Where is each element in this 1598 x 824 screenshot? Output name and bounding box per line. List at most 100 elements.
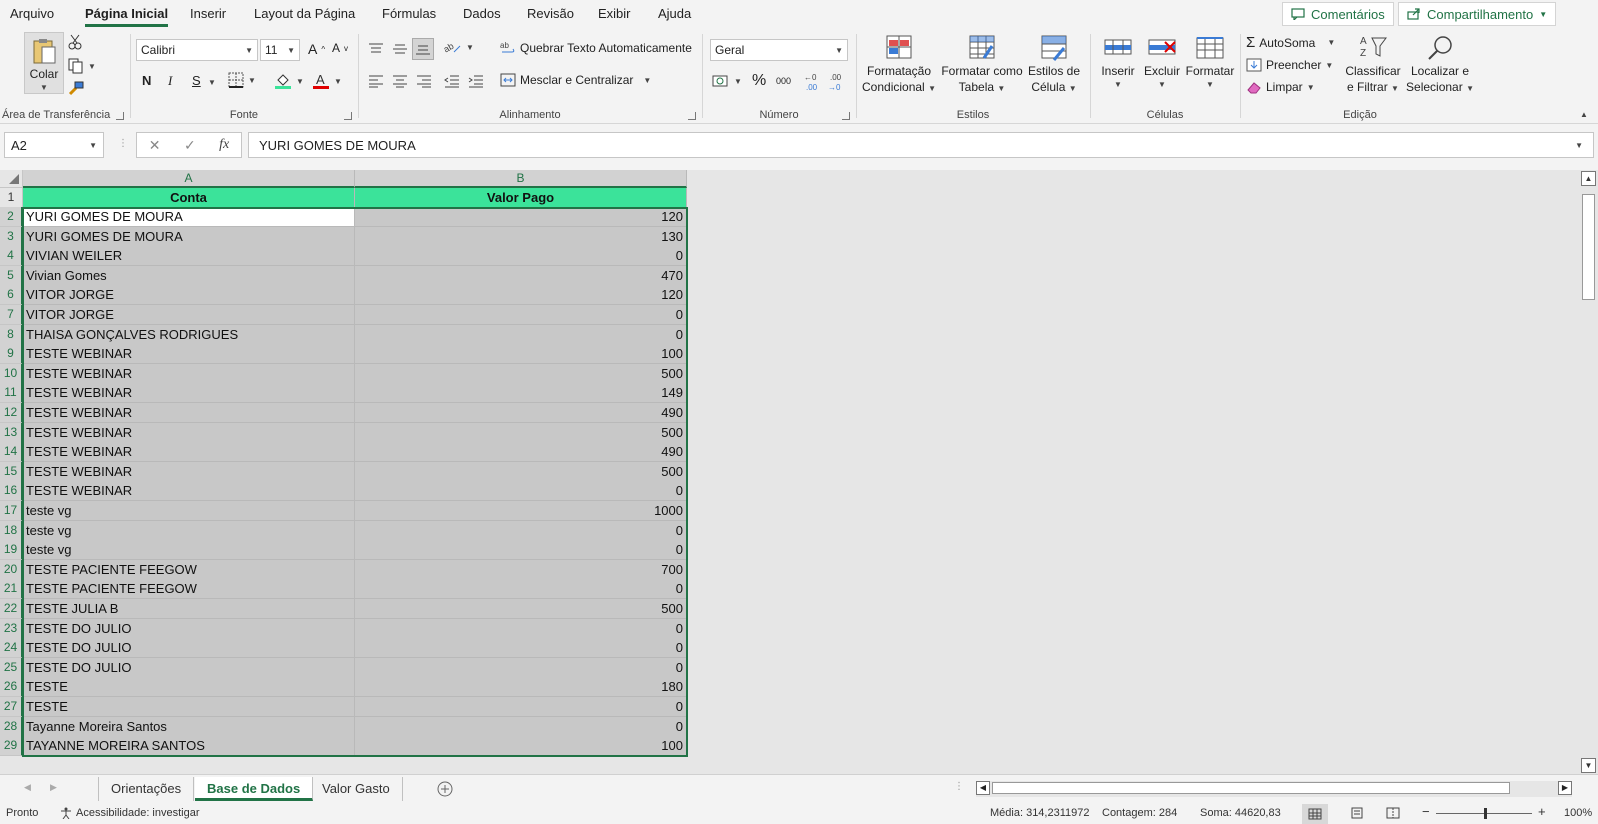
percent-button[interactable]: %	[752, 72, 766, 90]
cell-valor-pago[interactable]: 130	[355, 227, 687, 247]
horizontal-scrollbar[interactable]: ◀ ▶	[976, 781, 1572, 797]
cell-valor-pago[interactable]: 0	[355, 658, 687, 678]
cell-valor-pago[interactable]: 500	[355, 599, 687, 619]
cell-conta[interactable]: TESTE WEBINAR	[23, 403, 355, 423]
cell-valor-pago[interactable]: 0	[355, 540, 687, 560]
find-select-button[interactable]: Localizar e Selecionar ▼	[1406, 34, 1474, 94]
wrap-text-button[interactable]: ab Quebrar Texto Automaticamente	[500, 41, 692, 55]
alignment-launcher-icon[interactable]	[688, 112, 696, 120]
orientation-button[interactable]: ab ▼	[444, 40, 474, 54]
cell-conta[interactable]: VITOR JORGE	[23, 305, 355, 325]
cell-conta[interactable]: teste vg	[23, 521, 355, 541]
row-header[interactable]: 8	[0, 325, 23, 345]
format-cells-button[interactable]: Formatar ▼	[1184, 34, 1236, 89]
scroll-down-icon[interactable]: ▼	[1581, 758, 1596, 773]
cell-conta[interactable]: TESTE	[23, 677, 355, 697]
row-header[interactable]: 13	[0, 423, 23, 443]
decrease-indent-icon[interactable]	[444, 74, 460, 88]
cell-valor-pago[interactable]: 470	[355, 266, 687, 286]
cell-conta[interactable]: TESTE DO JULIO	[23, 638, 355, 658]
cell-conta[interactable]: TESTE WEBINAR	[23, 481, 355, 501]
comments-button[interactable]: Comentários	[1282, 2, 1394, 26]
cell-valor-pago[interactable]: 490	[355, 442, 687, 462]
font-name-select[interactable]: Calibri ▼	[136, 39, 258, 61]
increase-indent-icon[interactable]	[468, 74, 484, 88]
font-color-button[interactable]: A ▼	[312, 72, 342, 90]
row-header[interactable]: 6	[0, 285, 23, 305]
sort-filter-button[interactable]: AZ Classificar e Filtrar ▼	[1342, 34, 1404, 94]
row-header[interactable]: 19	[0, 540, 23, 560]
column-header-a[interactable]: A	[23, 170, 355, 188]
align-top-icon[interactable]	[368, 42, 384, 56]
status-count[interactable]: Contagem: 284	[1102, 807, 1177, 819]
cell-conta[interactable]: TESTE WEBINAR	[23, 364, 355, 384]
cell-valor-pago[interactable]: 100	[355, 344, 687, 364]
cell-valor-pago[interactable]: 0	[355, 717, 687, 737]
header-cell-conta[interactable]: Conta	[23, 188, 355, 208]
increase-decimal-icon[interactable]: ←0.00	[804, 72, 822, 92]
clear-button[interactable]: Limpar ▼	[1246, 80, 1315, 94]
cell-valor-pago[interactable]: 120	[355, 285, 687, 305]
vertical-scrollbar[interactable]: ▲ ▼	[1580, 170, 1598, 774]
column-header-b[interactable]: B	[355, 170, 687, 188]
add-sheet-icon[interactable]	[437, 781, 453, 797]
prev-sheet-icon[interactable]: ◀	[24, 782, 31, 793]
cell-valor-pago[interactable]: 180	[355, 677, 687, 697]
select-all-button[interactable]	[0, 170, 23, 188]
tab-arquivo[interactable]: Arquivo	[10, 6, 54, 21]
cell-valor-pago[interactable]: 0	[355, 305, 687, 325]
row-header[interactable]: 29	[0, 736, 23, 756]
cell-conta[interactable]: TESTE WEBINAR	[23, 442, 355, 462]
cell-valor-pago[interactable]: 0	[355, 697, 687, 717]
row-header[interactable]: 14	[0, 442, 23, 462]
status-sum[interactable]: Soma: 44620,83	[1200, 807, 1281, 819]
page-break-view-icon[interactable]	[1386, 807, 1400, 819]
zoom-slider-thumb[interactable]	[1484, 808, 1487, 819]
row-header[interactable]: 15	[0, 462, 23, 482]
row-header[interactable]: 17	[0, 501, 23, 521]
tab-layout[interactable]: Layout da Página	[254, 6, 355, 21]
row-header[interactable]: 18	[0, 521, 23, 541]
cell-conta[interactable]: THAISA GONÇALVES RODRIGUES	[23, 325, 355, 345]
cell-valor-pago[interactable]: 149	[355, 383, 687, 403]
row-header[interactable]: 2	[0, 207, 23, 227]
cell-valor-pago[interactable]: 700	[355, 560, 687, 580]
cell-valor-pago[interactable]: 120	[355, 207, 687, 227]
row-header[interactable]: 4	[0, 246, 23, 266]
collapse-ribbon-icon[interactable]: ▲	[1580, 110, 1588, 119]
cell-valor-pago[interactable]: 0	[355, 481, 687, 501]
cell-conta[interactable]: TESTE DO JULIO	[23, 619, 355, 639]
cell-conta[interactable]: TESTE WEBINAR	[23, 462, 355, 482]
shrink-font-icon[interactable]: Av	[332, 41, 348, 55]
horizontal-scroll-thumb[interactable]	[992, 782, 1510, 794]
drag-handle-icon[interactable]: ⋮	[118, 138, 128, 149]
row-header[interactable]: 16	[0, 481, 23, 501]
row-header[interactable]: 12	[0, 403, 23, 423]
confirm-icon[interactable]: ✓	[184, 137, 196, 154]
cell-conta[interactable]: TESTE	[23, 697, 355, 717]
row-header[interactable]: 21	[0, 579, 23, 599]
format-as-table-button[interactable]: Formatar como Tabela ▼	[940, 34, 1024, 94]
row-header[interactable]: 10	[0, 364, 23, 384]
sheet-tab-orientacoes[interactable]: Orientações	[98, 777, 195, 801]
cell-conta[interactable]: YURI GOMES DE MOURA	[23, 227, 355, 247]
cell-valor-pago[interactable]: 500	[355, 462, 687, 482]
row-header[interactable]: 11	[0, 383, 23, 403]
insert-function-icon[interactable]: fx	[219, 137, 229, 153]
cell-conta[interactable]: TESTE WEBINAR	[23, 344, 355, 364]
zoom-out-icon[interactable]: −	[1422, 804, 1430, 819]
cell-conta[interactable]: teste vg	[23, 501, 355, 521]
formula-input[interactable]: YURI GOMES DE MOURA ▼	[248, 132, 1594, 158]
tab-pagina-inicial[interactable]: Página Inicial	[85, 6, 169, 27]
row-header[interactable]: 28	[0, 717, 23, 737]
cell-valor-pago[interactable]: 0	[355, 638, 687, 658]
cell-conta[interactable]: TESTE WEBINAR	[23, 423, 355, 443]
tab-dados[interactable]: Dados	[463, 6, 501, 21]
format-painter-icon[interactable]	[68, 80, 84, 96]
status-average[interactable]: Média: 314,2311972	[990, 807, 1090, 819]
cell-valor-pago[interactable]: 0	[355, 246, 687, 266]
bold-button[interactable]: N	[142, 73, 151, 88]
zoom-in-icon[interactable]: +	[1538, 804, 1546, 819]
scroll-right-icon[interactable]: ▶	[1558, 781, 1572, 795]
cell-styles-button[interactable]: Estilos de Célula ▼	[1026, 34, 1082, 94]
